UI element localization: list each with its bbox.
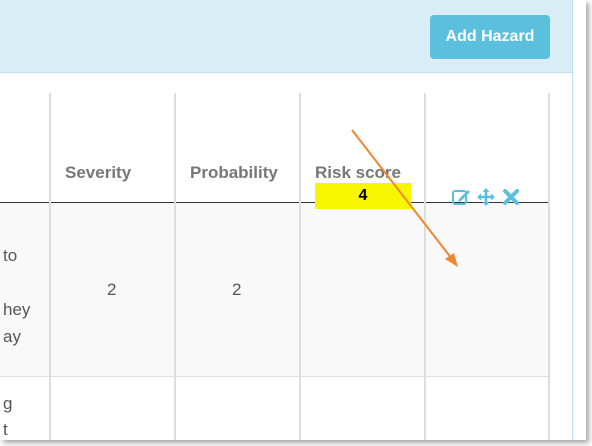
probability-value: 2	[232, 280, 242, 299]
app-frame: Add Hazard Severity Probability Risk sco…	[0, 0, 586, 440]
description-fragment: t	[3, 420, 8, 439]
add-hazard-button[interactable]: Add Hazard	[430, 15, 550, 59]
row-divider	[0, 376, 549, 377]
severity-value: 2	[107, 280, 117, 299]
move-icon[interactable]	[476, 187, 496, 207]
column-divider	[299, 93, 301, 440]
edit-icon[interactable]	[451, 187, 471, 207]
description-fragment: ay	[3, 327, 21, 346]
scroll-gutter	[572, 0, 586, 440]
hazards-table: Severity Probability Risk score to hey a…	[0, 93, 572, 440]
column-header-probability[interactable]: Probability	[190, 163, 278, 189]
column-header-severity[interactable]: Severity	[65, 163, 131, 189]
column-divider	[49, 93, 51, 440]
delete-icon[interactable]	[501, 187, 521, 207]
description-fragment: g	[3, 394, 13, 413]
column-divider	[174, 93, 176, 440]
risk-score-badge: 4	[315, 183, 411, 209]
description-fragment: hey	[3, 300, 31, 319]
panel-header: Add Hazard	[0, 0, 572, 73]
column-divider	[424, 93, 426, 440]
description-fragment: to	[3, 246, 18, 265]
table-row	[0, 203, 549, 376]
column-divider	[548, 93, 550, 440]
row-actions	[451, 187, 521, 207]
